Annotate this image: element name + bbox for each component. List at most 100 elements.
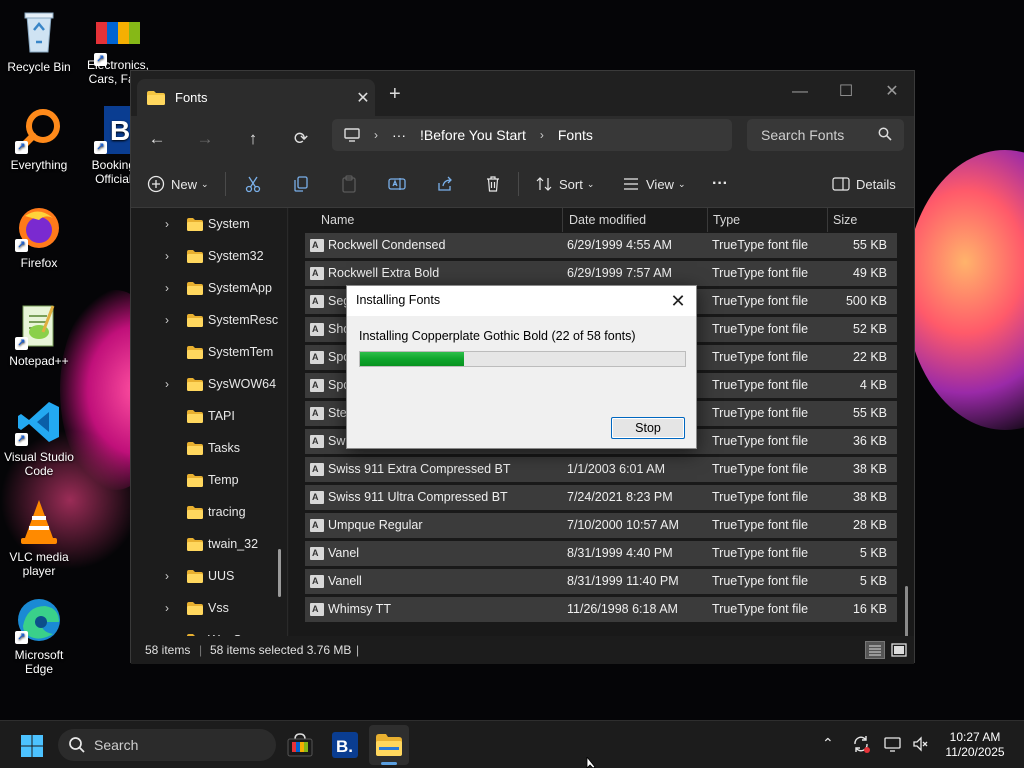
column-divider[interactable] xyxy=(707,208,708,232)
file-row[interactable]: Rockwell Extra Bold 6/29/1999 7:57 AM True… xyxy=(305,261,897,286)
view-button[interactable]: View ⌄ xyxy=(622,173,686,195)
chevron-right-icon[interactable]: › xyxy=(165,601,179,615)
tiles-view-button[interactable] xyxy=(889,641,909,659)
nav-scrollbar[interactable] xyxy=(278,549,281,597)
font-file-icon xyxy=(310,513,324,538)
nav-folder-item[interactable]: › SysWOW64 xyxy=(131,368,287,400)
shortcut-arrow-icon: ↗ xyxy=(94,141,107,154)
nav-folder-item[interactable]: › UUS xyxy=(131,560,287,592)
desktop-icon-notepadpp[interactable]: ↗ Notepad++ xyxy=(1,302,77,368)
cut-button[interactable] xyxy=(244,173,268,195)
file-row[interactable]: Vanel 8/31/1999 4:40 PM TrueType font file… xyxy=(305,541,897,566)
breadcrumb[interactable]: › ··· !Before You Start › Fonts xyxy=(332,119,732,151)
toolbar-divider xyxy=(518,172,519,196)
nav-folder-item[interactable]: › System xyxy=(131,208,287,240)
chevron-right-icon[interactable]: › xyxy=(165,313,179,327)
chevron-right-icon[interactable]: › xyxy=(165,569,179,583)
column-divider[interactable] xyxy=(827,208,828,232)
chevron-right-icon[interactable]: › xyxy=(165,377,179,391)
tab-close-icon[interactable]: ✕ xyxy=(351,88,375,108)
delete-button[interactable] xyxy=(484,173,508,195)
new-tab-button[interactable]: + xyxy=(389,83,401,106)
nav-folder-item[interactable]: ›WaaS xyxy=(131,624,287,636)
desktop-icon-vlc[interactable]: VLC media player xyxy=(1,498,77,578)
desktop-icon-firefox[interactable]: ↗ Firefox xyxy=(1,204,77,270)
nav-folder-item[interactable]: SystemTem xyxy=(131,336,287,368)
volume-muted-icon[interactable] xyxy=(912,735,930,756)
close-window-button[interactable]: ✕ xyxy=(869,77,915,107)
sort-button[interactable]: Sort ⌄ xyxy=(535,173,594,195)
column-header-name[interactable]: Name xyxy=(321,208,354,232)
refresh-icon[interactable]: ⟳ xyxy=(287,125,315,153)
forward-arrow-icon[interactable]: → xyxy=(191,125,219,153)
minimize-button[interactable]: — xyxy=(777,77,823,107)
file-row[interactable]: Swiss 911 Extra Compressed BT 1/1/2003 6:… xyxy=(305,457,897,482)
file-row[interactable]: Rockwell Condensed 6/29/1999 4:55 AM TrueT… xyxy=(305,233,897,258)
column-divider[interactable] xyxy=(562,208,563,232)
nav-folder-item[interactable]: twain_32 xyxy=(131,528,287,560)
column-header-date[interactable]: Date modified xyxy=(569,208,646,232)
file-row[interactable]: Umpque Regular 7/10/2000 10:57 AM TrueType… xyxy=(305,513,897,538)
details-pane-button[interactable]: Details xyxy=(832,173,896,195)
nav-folder-item[interactable]: Tasks xyxy=(131,432,287,464)
desktop-icon-edge[interactable]: ↗ Microsoft Edge xyxy=(1,596,77,676)
toolbar-divider xyxy=(225,172,226,196)
breadcrumb-more[interactable]: ··· xyxy=(392,127,406,143)
display-icon[interactable] xyxy=(884,735,902,756)
up-arrow-icon[interactable]: ↑ xyxy=(239,125,267,153)
file-row[interactable]: Whimsy TT 11/26/1998 6:18 AM TrueType font… xyxy=(305,597,897,622)
taskbar-file-explorer[interactable] xyxy=(369,725,409,765)
desktop-icon-everything[interactable]: ↗ Everything xyxy=(1,106,77,172)
details-view-button[interactable] xyxy=(865,641,885,659)
sync-icon[interactable] xyxy=(852,735,870,756)
vertical-scrollbar[interactable] xyxy=(905,586,908,636)
nav-folder-item[interactable]: › Vss xyxy=(131,592,287,624)
taskbar-store[interactable] xyxy=(280,725,320,765)
installing-fonts-dialog[interactable]: Installing Fonts ✕ Installing Copperplat… xyxy=(346,285,697,449)
tab-fonts[interactable]: Fonts ✕ xyxy=(137,79,375,116)
font-file-icon xyxy=(310,457,324,482)
breadcrumb-item[interactable]: Fonts xyxy=(558,127,593,143)
system-clock[interactable]: 10:27 AM 11/20/2025 xyxy=(940,730,1010,760)
stop-button[interactable]: Stop xyxy=(611,417,685,439)
nav-folder-item[interactable]: tracing xyxy=(131,496,287,528)
taskbar-booking[interactable]: B. xyxy=(325,725,365,765)
search-input[interactable]: Search Fonts xyxy=(747,119,904,151)
chevron-right-icon[interactable]: › xyxy=(165,249,179,263)
back-arrow-icon[interactable]: ← xyxy=(143,125,171,153)
nav-folder-item[interactable]: TAPI xyxy=(131,400,287,432)
nav-folder-item[interactable]: › System32 xyxy=(131,240,287,272)
more-options-button[interactable]: ··· xyxy=(712,173,728,195)
chevron-right-icon[interactable]: › xyxy=(165,217,179,231)
breadcrumb-item[interactable]: !Before You Start xyxy=(420,127,526,143)
folder-icon xyxy=(147,90,165,105)
paste-button[interactable] xyxy=(340,173,364,195)
navigation-pane[interactable]: › System › System32 › SystemApp › SystemResc Sys… xyxy=(131,208,288,636)
copy-button[interactable] xyxy=(292,173,316,195)
maximize-button[interactable]: ☐ xyxy=(823,77,869,107)
new-button[interactable]: New ⌄ xyxy=(147,173,209,195)
file-row[interactable]: Vanell 8/31/1999 11:40 PM TrueType font fi… xyxy=(305,569,897,594)
dialog-message: Installing Copperplate Gothic Bold (22 o… xyxy=(359,329,636,343)
nav-folder-item[interactable]: Temp xyxy=(131,464,287,496)
recycle-bin-icon xyxy=(15,8,63,56)
dialog-close-icon[interactable]: ✕ xyxy=(664,288,692,314)
taskbar-search[interactable]: Search xyxy=(58,729,276,761)
share-button[interactable] xyxy=(436,173,460,195)
nav-folder-item[interactable]: › SystemApp xyxy=(131,272,287,304)
column-header-size[interactable]: Size xyxy=(833,208,857,232)
nav-folder-item[interactable]: › SystemResc xyxy=(131,304,287,336)
column-header-type[interactable]: Type xyxy=(713,208,740,232)
chevron-right-icon[interactable]: › xyxy=(165,281,179,295)
desktop-icon-vscode[interactable]: ↗ Visual Studio Code xyxy=(1,398,77,478)
title-bar[interactable]: Fonts ✕ + — ☐ ✕ xyxy=(131,71,914,116)
file-type-cell: TrueType font file xyxy=(712,294,809,308)
rename-button[interactable] xyxy=(388,173,412,195)
tray-overflow-chevron-icon[interactable]: ⌃ xyxy=(822,735,834,752)
desktop-icon-recycle-bin[interactable]: Recycle Bin xyxy=(1,8,77,74)
start-button[interactable] xyxy=(20,734,44,758)
file-row[interactable]: Swiss 911 Ultra Compressed BT 7/24/2021 8… xyxy=(305,485,897,510)
chevron-down-icon: ⌄ xyxy=(201,178,209,189)
address-bar-row: ← → ↑ ⟳ › ··· !Before You Start › Fonts … xyxy=(131,116,914,160)
file-size-cell: 22 KB xyxy=(852,350,887,364)
